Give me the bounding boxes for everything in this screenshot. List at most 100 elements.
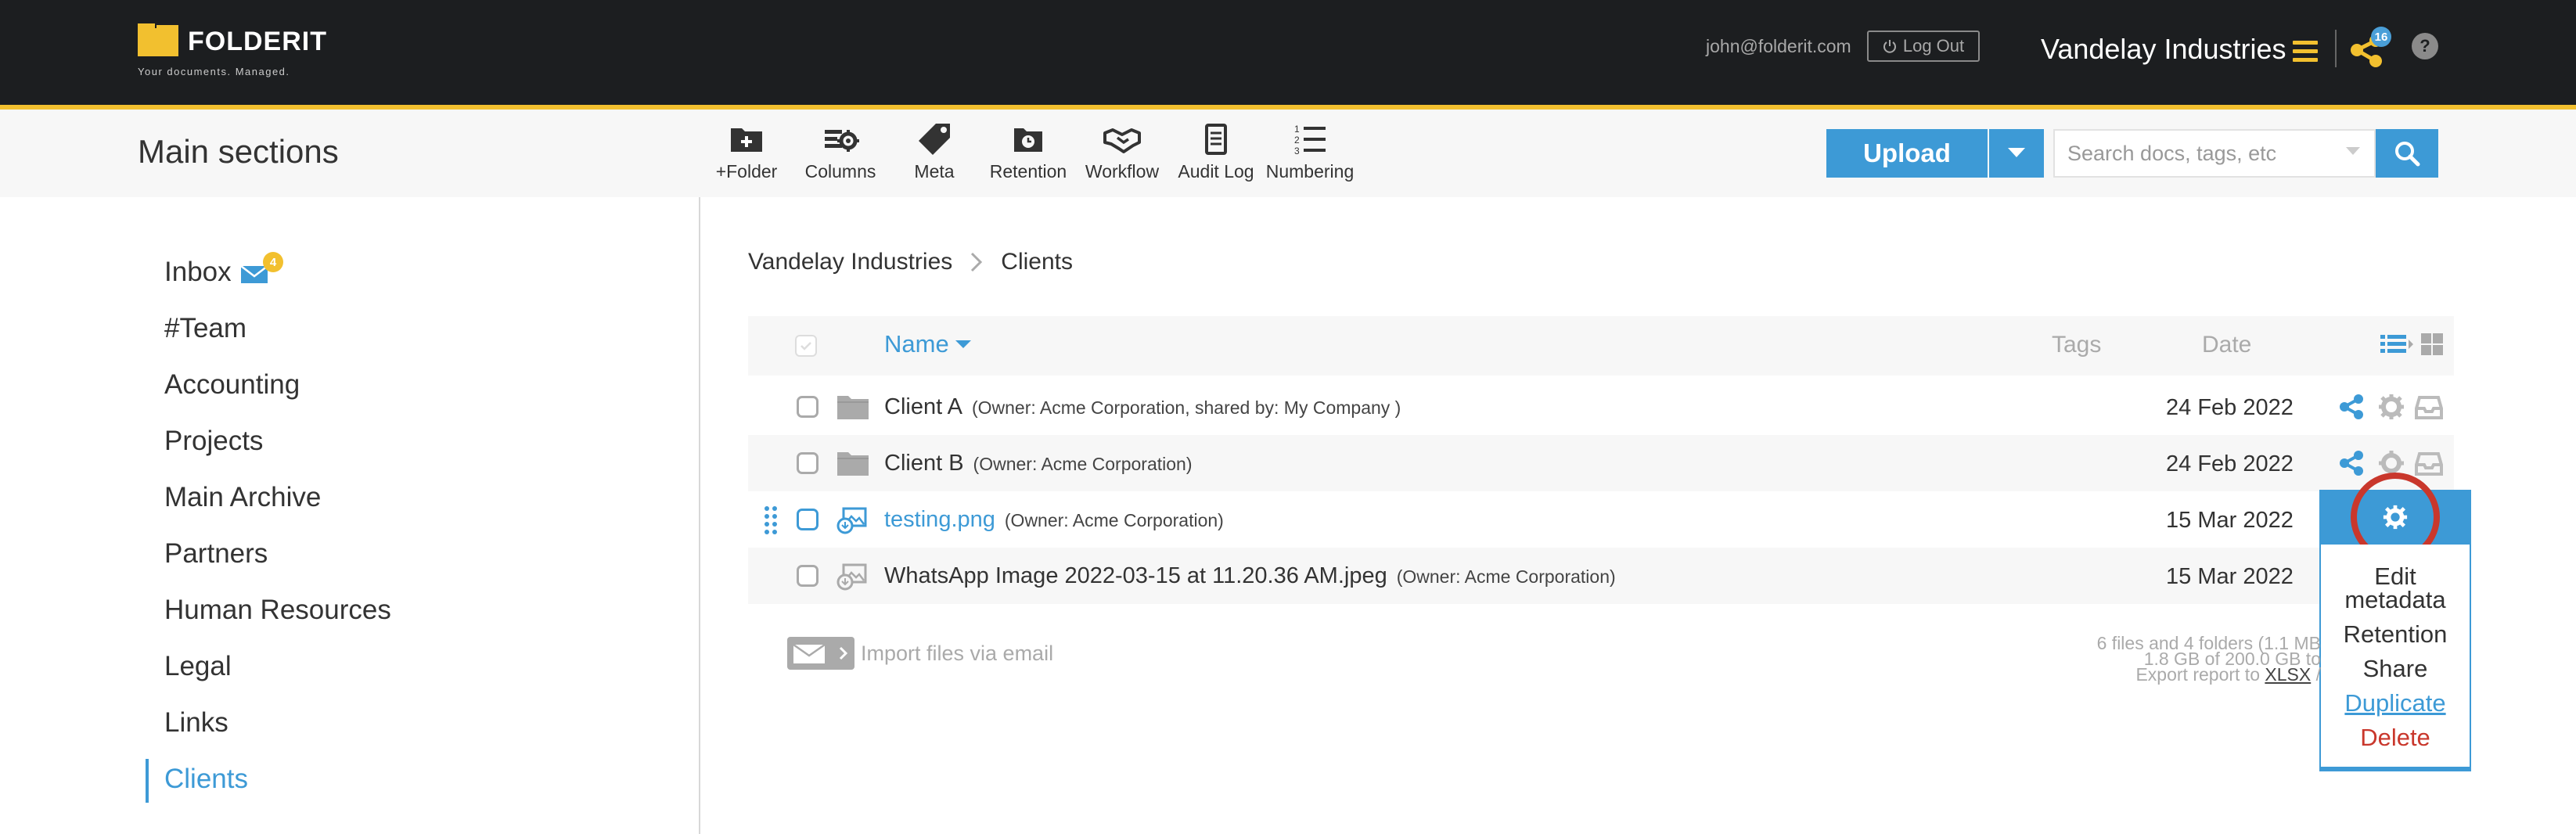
- table-row[interactable]: testing.png (Owner: Acme Corporation) 15 …: [748, 491, 2454, 548]
- breadcrumb-item[interactable]: Clients: [1001, 249, 1073, 275]
- column-label: Name: [884, 330, 949, 358]
- chevron-right-icon: [839, 646, 848, 660]
- sidebar-item-human-resources[interactable]: Human Resources: [164, 595, 391, 626]
- tag-icon: [919, 124, 950, 155]
- drag-handle-icon[interactable]: [764, 504, 778, 535]
- power-icon: [1883, 40, 1896, 53]
- import-email-label[interactable]: Import files via email: [861, 642, 1053, 666]
- search-button[interactable]: [2376, 129, 2438, 178]
- sidebar-item-projects[interactable]: Projects: [164, 426, 263, 457]
- item-name[interactable]: Client A (Owner: Acme Corporation, shared…: [884, 394, 1401, 420]
- select-all-checkbox[interactable]: [795, 335, 817, 357]
- search-filter-caret-icon[interactable]: [2346, 147, 2360, 158]
- audit-log-button[interactable]: Audit Log: [1169, 122, 1263, 182]
- item-name-text[interactable]: WhatsApp Image 2022-03-15 at 11.20.36 AM…: [884, 563, 1387, 588]
- sidebar-item-clients[interactable]: Clients: [164, 764, 248, 795]
- menu-item-retention[interactable]: Retention: [2321, 622, 2470, 646]
- search-input[interactable]: [2053, 129, 2376, 178]
- item-name-text[interactable]: testing.png: [884, 507, 995, 532]
- tags-column-header[interactable]: Tags: [2052, 332, 2101, 358]
- menu-item-edit-metadata[interactable]: Edit metadata: [2321, 564, 2470, 612]
- image-file-icon: [836, 507, 867, 534]
- table-row[interactable]: Client B (Owner: Acme Corporation) 24 Feb…: [748, 435, 2454, 491]
- company-name[interactable]: Vandelay Industries: [2041, 33, 2286, 66]
- retention-button[interactable]: Retention: [981, 122, 1075, 182]
- export-xlsx-link[interactable]: XLSX: [2265, 664, 2311, 685]
- meta-button[interactable]: Meta: [887, 122, 981, 182]
- tool-label: Columns: [804, 161, 876, 182]
- menu-item-share[interactable]: Share: [2321, 656, 2470, 681]
- tool-label: Numbering: [1265, 161, 1355, 182]
- section-title: Main sections: [138, 133, 339, 170]
- list-view-icon[interactable]: [2380, 332, 2415, 357]
- row-checkbox[interactable]: [797, 565, 818, 587]
- logo-tagline: Your documents. Managed.: [138, 66, 290, 77]
- item-name[interactable]: WhatsApp Image 2022-03-15 at 11.20.36 AM…: [884, 563, 1616, 589]
- tool-label: Audit Log: [1178, 161, 1254, 182]
- name-column-header[interactable]: Name: [884, 330, 971, 358]
- table-row[interactable]: Client A (Owner: Acme Corporation, shared…: [748, 379, 2454, 435]
- storage-stats: 6 files and 4 folders (1.1 MB 1.8 GB of …: [2097, 634, 2321, 685]
- numbering-button[interactable]: 1 2 3 Numbering: [1263, 122, 1357, 182]
- chevron-right-icon: [971, 252, 983, 272]
- logout-button[interactable]: Log Out: [1867, 31, 1980, 62]
- menu-item-duplicate[interactable]: Duplicate: [2321, 691, 2470, 715]
- breadcrumb-item[interactable]: Vandelay Industries: [748, 249, 952, 275]
- help-button[interactable]: ?: [2412, 33, 2438, 59]
- sidebar-item-partners[interactable]: Partners: [164, 538, 268, 570]
- share-count-badge: 16: [2371, 27, 2391, 47]
- import-email-button[interactable]: [787, 637, 854, 670]
- item-owner: (Owner: Acme Corporation): [973, 454, 1193, 474]
- sidebar-item-legal[interactable]: Legal: [164, 651, 232, 682]
- row-checkbox[interactable]: [797, 452, 818, 474]
- tool-label: Workflow: [1085, 161, 1160, 182]
- user-email: john@folderit.com: [1706, 36, 1851, 56]
- workflow-button[interactable]: Workflow: [1075, 122, 1169, 182]
- upload-button[interactable]: Upload: [1826, 129, 1988, 178]
- item-owner: (Owner: Acme Corporation): [1004, 510, 1224, 530]
- numbered-list-icon: 1 2 3: [1294, 124, 1326, 156]
- columns-button[interactable]: Columns: [793, 122, 887, 182]
- archive-tray-icon[interactable]: [2415, 449, 2443, 477]
- retention-folder-icon: [1014, 128, 1042, 152]
- tool-label: Meta: [914, 161, 955, 182]
- tool-label: Retention: [989, 161, 1067, 182]
- gear-icon[interactable]: [2377, 393, 2405, 421]
- archive-tray-icon[interactable]: [2415, 393, 2443, 421]
- logout-label: Log Out: [1902, 36, 1965, 56]
- sidebar-item-main-archive[interactable]: Main Archive: [164, 482, 321, 513]
- sidebar-item-team[interactable]: #Team: [164, 313, 246, 344]
- menu-item-delete[interactable]: Delete: [2321, 725, 2470, 750]
- item-date: 15 Mar 2022: [2166, 564, 2294, 589]
- svg-text:1: 1: [1294, 124, 1300, 135]
- toolbar: Main sections +Folder Columns Meta Reten…: [0, 110, 2576, 197]
- table-row[interactable]: WhatsApp Image 2022-03-15 at 11.20.36 AM…: [748, 548, 2454, 604]
- export-label: Export report to: [2135, 664, 2260, 685]
- item-name-text[interactable]: Client B: [884, 451, 964, 476]
- svg-text:3: 3: [1294, 146, 1300, 156]
- date-column-header[interactable]: Date: [2202, 332, 2251, 358]
- item-owner: (Owner: Acme Corporation): [1396, 566, 1616, 587]
- row-checkbox[interactable]: [797, 509, 818, 530]
- share-icon[interactable]: [2338, 393, 2366, 421]
- item-name-text[interactable]: Client A: [884, 394, 962, 419]
- hamburger-menu-icon[interactable]: [2293, 41, 2318, 63]
- upload-dropdown-button[interactable]: [1989, 129, 2044, 178]
- item-name[interactable]: testing.png (Owner: Acme Corporation): [884, 507, 1224, 533]
- share-icon[interactable]: [2338, 449, 2366, 477]
- sidebar-divider: [699, 197, 700, 834]
- new-folder-button[interactable]: +Folder: [700, 122, 793, 182]
- sidebar-item-inbox[interactable]: Inbox: [164, 257, 232, 288]
- item-name[interactable]: Client B (Owner: Acme Corporation): [884, 451, 1192, 476]
- grid-view-icon[interactable]: [2419, 332, 2445, 357]
- actions-dropdown-menu: Edit metadata Retention Share Duplicate …: [2319, 545, 2471, 771]
- table-header: Name Tags Date: [748, 316, 2454, 376]
- folder-plus-icon: [731, 128, 762, 152]
- image-file-icon: [836, 563, 867, 591]
- logo-text: FOLDERIT: [188, 27, 327, 56]
- divider: [2335, 30, 2337, 67]
- row-checkbox[interactable]: [797, 396, 818, 418]
- stats-line: Export report to XLSX /: [2097, 664, 2321, 685]
- sidebar-item-accounting[interactable]: Accounting: [164, 369, 300, 401]
- sidebar-item-links[interactable]: Links: [164, 707, 228, 739]
